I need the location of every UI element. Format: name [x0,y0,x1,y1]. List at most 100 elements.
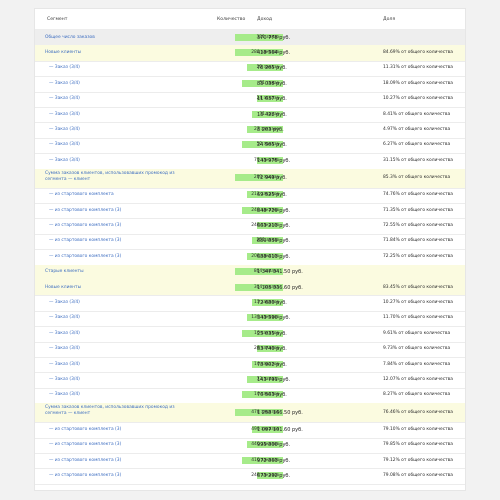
table-row-sub: — Заказ (3/4) 16 заказов 25 035 руб. 9.61% … [35,326,465,343]
segment-name[interactable]: — Заказ (3/4) [49,331,80,336]
revenue-value: 143 791 руб. [257,377,291,384]
share-value: 83.45% от общего количества [383,284,453,290]
segment-name[interactable]: Общее число заказов [45,35,95,40]
table-row-sub: — Заказ (3/4) 52 заказа 24 505 руб. 6.27% о… [35,138,465,155]
share-value: 74.76% от общего количества [383,192,453,198]
share-value: 84.69% от общего количества [383,50,453,56]
segment-name[interactable]: — Заказ (3/4) [49,158,80,163]
share-value: 72.25% от общего количества [383,253,453,259]
revenue-value: 370 778 руб. [257,34,291,41]
share-value: 71.84% от общего количества [383,238,453,244]
segment-name[interactable]: Старые клиенты [45,269,84,274]
share-value: 79.12% от общего количества [383,457,453,463]
table-row-sub: — Заказ (3/4) 24 заказа 11 637 руб. 10.27% … [35,92,465,108]
revenue-value: 69 525 руб. [257,192,287,199]
segment-name[interactable]: — Заказ (3/4) [49,362,80,367]
table-row-sub: — из стартового комплекта (3) 440 заказов… [35,438,465,454]
share-value: 10.27% от общего количества [383,300,453,306]
segment-name[interactable]: — из стартового комплекта (3) [49,223,121,228]
header-share: Доля [383,17,396,22]
share-value: 31.15% от общего количества [383,157,453,163]
revenue-value: 83 740 руб. [257,346,287,353]
header-revenue: Доход [257,17,273,22]
revenue-value: 76 563 руб. [257,392,287,399]
table-row-sub: — Заказ (3/4) 13 заказов 72 680 руб. 10.27%… [35,295,465,312]
share-value: 71.35% от общего количества [383,207,453,213]
segment-name[interactable]: — из стартового комплекта (3) [49,427,121,432]
segment-name[interactable]: — из стартового комплекта [49,192,114,197]
revenue-value: 889 839 руб. [257,238,291,245]
share-value: 12.07% от общего количества [383,377,453,383]
segment-name[interactable]: Сумма заказов клиентов, использовавших п… [45,405,195,417]
table-row-sub: — из стартового комплекта (3) 251 заказ 88… [35,234,465,251]
revenue-value: 418 564 руб. [257,50,291,57]
segment-name[interactable]: — Заказ (3/4) [49,96,80,101]
table-row-sub: — из стартового комплекта (3) 240 заказов… [35,203,465,220]
revenue-value: 972 863 руб. [257,457,291,464]
share-value: 79.10% от общего количества [383,426,453,432]
revenue-value: 13 422 руб. [257,111,287,118]
table-row-sub: — Заказ (3/4) 31 заказ 13 422 руб. 8.41% от… [35,107,465,124]
share-value: 7.84% от общего количества [383,361,451,367]
table-row-group[interactable]: Сумма заказов клиентов, использовавших п… [35,403,465,424]
table-row-sub: — из стартового комплекта (3) 200 заказов… [35,249,465,266]
table-row-sub: — из стартового комплекта (3) 240 заказов… [35,468,465,485]
revenue-value: 688 613 руб. [257,253,291,260]
table-row-sub: — из стартового комплекта (3) 490 заказов… [35,422,465,439]
segment-name[interactable]: — Заказ (3/4) [49,81,80,86]
share-value: 76.46% от общего количества [383,409,453,415]
share-value: 9.73% от общего количества [383,346,451,352]
table-row-group[interactable]: Новые клиенты 304 заказа 1 103 336.60 руб.… [35,280,465,297]
segment-name[interactable]: Новые клиенты [45,285,81,290]
revenue-value: 1 258 166.50 руб. [257,409,303,416]
table-row-group[interactable]: Новые клиенты 280 заказов 418 564 руб. 84.6… [35,45,465,62]
segment-name[interactable]: — Заказ (3/4) [49,142,80,147]
share-value: 4.97% от общего количества [383,127,451,133]
revenue-value: 11 637 руб. [257,96,287,103]
stats-panel: Сегмент Количество Доход Доля Общее числ… [34,8,466,491]
revenue-value: 8 203 руб. [257,127,284,134]
table-header: Сегмент Количество Доход Доля [35,9,465,30]
table-row-sub: — Заказ (3/4) 27 заказов 8 203 руб. 4.97% о… [35,122,465,139]
segment-name[interactable]: — из стартового комплекта (3) [49,238,121,243]
segment-name[interactable]: — Заказ (3/4) [49,346,80,351]
segment-name[interactable]: — из стартового комплекта (3) [49,473,121,478]
share-value: 8.41% от общего количества [383,111,451,117]
segment-name[interactable]: — из стартового комплекта (3) [49,442,121,447]
table-row-sub: — Заказ (3/4) 51 заказ 83 038 руб. 18.09% о… [35,76,465,93]
share-value: 18.09% от общего количества [383,80,453,86]
table-row-group[interactable]: Старые клиенты 804 заказа 1 347 341.50 руб… [35,264,465,281]
revenue-value: 24 505 руб. [257,142,287,149]
table-row-sub: — Заказ (3/4) 70 заказов 143 975 руб. 31.15… [35,153,465,170]
segment-name[interactable]: — из стартового комплекта (3) [49,208,121,213]
share-value: 8.27% от общего количества [383,392,451,398]
header-count: Количество [217,17,246,22]
table-row-sub: — Заказ (3/4) 26 заказов 83 740 руб. 9.73% … [35,342,465,358]
segment-name[interactable]: — Заказ (3/4) [49,315,80,320]
table-row-sub: — Заказ (3/4) 14 заказов 78 902 руб. 7.84% … [35,357,465,374]
segment-name[interactable]: — Заказ (3/4) [49,127,80,132]
segment-name[interactable]: — Заказ (3/4) [49,65,80,70]
table-row-sub: — Заказ (3/4) 73 заказа 143 791 руб. 12.07%… [35,372,465,389]
segment-name[interactable]: Новые клиенты [45,50,81,55]
share-value: 11.70% от общего количества [383,315,453,321]
segment-name[interactable]: — из стартового комплекта (3) [49,458,121,463]
revenue-value: 83 038 руб. [257,80,287,87]
segment-name[interactable]: Сумма заказов клиентов, использовавших п… [45,171,195,183]
segment-name[interactable]: — Заказ (3/4) [49,300,80,305]
table-row-sub: — из стартового комплекта (3) 240 заказов… [35,218,465,235]
segment-name[interactable]: — Заказ (3/4) [49,392,80,397]
revenue-value: 1 103 336.60 руб. [257,284,303,291]
revenue-value: 663 213 руб. [257,223,291,230]
segment-name[interactable]: — Заказ (3/4) [49,377,80,382]
table-row-group[interactable]: Сумма заказов клиентов, использовавших п… [35,168,465,189]
table-row-sub: — Заказ (3/4) 22 заказа 78 205 руб. 11.31% … [35,61,465,78]
revenue-value: 995 800 руб. [257,442,291,449]
share-value: 79.85% от общего количества [383,442,453,448]
share-value: 6.27% от общего количества [383,142,451,148]
revenue-value: 343 590 руб. [257,315,291,322]
share-value: 79.08% от общего количества [383,473,453,479]
segment-name[interactable]: — из стартового комплекта (3) [49,254,121,259]
segment-name[interactable]: — Заказ (3/4) [49,112,80,117]
table-row-group[interactable]: Общее число заказов 331 заказ 370 778 руб. [35,30,465,47]
